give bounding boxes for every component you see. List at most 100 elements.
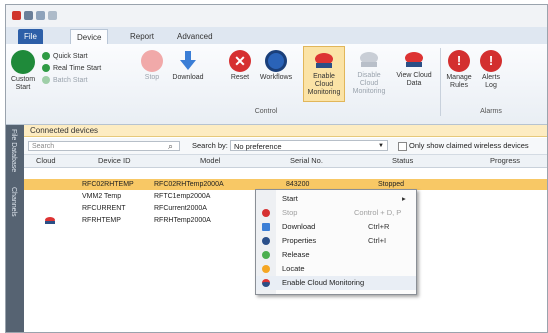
workflows-icon <box>265 50 287 72</box>
stop-button[interactable]: Stop <box>140 50 164 82</box>
title-bar <box>6 5 547 27</box>
menu-item-properties-shortcut: Ctrl+I <box>368 236 387 245</box>
tab-device[interactable]: Device <box>70 29 109 45</box>
customize-quick-access-icon[interactable] <box>48 11 57 20</box>
quick-start-label: Quick Start <box>53 53 88 60</box>
save-icon[interactable] <box>24 11 33 20</box>
cloud-icon <box>44 217 56 224</box>
group-label-control: Control <box>254 108 278 115</box>
view-cloud-label: View Cloud Data <box>396 72 432 87</box>
undo-icon[interactable] <box>36 11 45 20</box>
release-icon <box>262 251 270 259</box>
download-button[interactable]: Download <box>170 50 206 82</box>
filter-bar: Search ⌕ Search by: No preference ▼ Only… <box>24 138 547 155</box>
manage-rules-button[interactable]: ! Manage Rules <box>444 50 474 90</box>
alerts-log-icon: ! <box>480 50 502 72</box>
menu-item-start-label: Start <box>282 194 298 203</box>
menu-item-stop-shortcut: Control + D, P <box>354 208 402 217</box>
stop-icon <box>262 209 270 217</box>
enable-cloud-monitoring-button[interactable]: Enable Cloud Monitoring <box>303 46 345 102</box>
col-status[interactable]: Status <box>392 155 413 167</box>
chevron-down-icon: ▼ <box>378 143 384 149</box>
tab-file[interactable]: File <box>18 29 43 44</box>
search-by-label: Search by: <box>192 141 228 150</box>
properties-icon <box>262 237 270 245</box>
side-tab-strip: File Database Channels <box>6 125 24 332</box>
search-by-value: No preference <box>234 142 282 151</box>
ribbon-separator <box>440 48 441 116</box>
menu-item-download[interactable]: Download Ctrl+R <box>256 220 416 234</box>
menu-item-enable-cloud-monitoring[interactable]: Enable Cloud Monitoring <box>256 276 416 290</box>
side-tab-file-database[interactable]: File Database <box>10 129 17 172</box>
cell-model: RFCurrent2000A <box>154 205 207 212</box>
stop-icon <box>141 50 163 72</box>
col-progress[interactable]: Progress <box>490 155 520 167</box>
real-time-start-icon <box>42 64 50 73</box>
tab-advanced[interactable]: Advanced <box>171 29 219 44</box>
menu-item-download-label: Download <box>282 222 316 231</box>
locate-icon <box>262 265 270 273</box>
col-cloud[interactable]: Cloud <box>36 155 56 167</box>
col-device-id[interactable]: Device ID <box>98 155 131 167</box>
cloud-icon <box>262 279 270 287</box>
cell-device-id: RFC02RHTEMP <box>82 181 134 188</box>
col-serial-no[interactable]: Serial No. <box>290 155 323 167</box>
menu-item-locate[interactable]: Locate <box>256 262 416 276</box>
disable-cloud-monitoring-button[interactable]: Disable Cloud Monitoring <box>348 50 390 96</box>
real-time-start-label: Real Time Start <box>53 65 102 72</box>
only-claimed-checkbox[interactable] <box>398 142 407 151</box>
ribbon-tab-row: File Device Report Advanced <box>6 27 547 45</box>
submenu-arrow-icon: ▸ <box>402 194 406 203</box>
cell-device-id: RFRHTEMP <box>82 217 121 224</box>
tab-report[interactable]: Report <box>124 29 160 44</box>
alerts-log-label: Alerts Log <box>482 74 500 89</box>
menu-item-stop[interactable]: Stop Control + D, P <box>256 206 416 220</box>
reset-icon: ✕ <box>229 50 251 72</box>
search-by-select[interactable]: No preference ▼ <box>230 140 388 151</box>
col-model[interactable]: Model <box>200 155 220 167</box>
cell-model: RFC02RHTemp2000A <box>154 181 224 188</box>
menu-item-start[interactable]: Start ▸ <box>256 192 416 206</box>
alert-icon: ! <box>448 50 470 72</box>
menu-item-enable-cloud-label: Enable Cloud Monitoring <box>282 278 365 287</box>
batch-start-button[interactable]: Batch Start <box>42 76 88 86</box>
download-icon <box>178 50 198 72</box>
app-icon <box>12 11 21 20</box>
menu-item-stop-label: Stop <box>282 208 298 217</box>
menu-item-release[interactable]: Release <box>256 248 416 262</box>
ribbon-panel: Custom Start Quick Start Real Time Start… <box>6 44 547 125</box>
stop-label: Stop <box>144 74 160 81</box>
table-header: Cloud Device ID Model Serial No. Status … <box>24 155 547 168</box>
download-icon <box>262 223 270 231</box>
custom-start-icon <box>11 50 35 74</box>
real-time-start-button[interactable]: Real Time Start <box>42 64 101 74</box>
cloud-monitor-icon <box>313 51 335 71</box>
context-menu: Start ▸ Stop Control + D, P Download Ctr… <box>255 189 417 295</box>
reset-button[interactable]: ✕ Reset <box>226 50 254 82</box>
manage-rules-label: Manage Rules <box>446 74 472 89</box>
custom-start-button[interactable]: Custom Start <box>8 50 38 92</box>
menu-item-locate-label: Locate <box>282 264 305 273</box>
search-icon[interactable]: ⌕ <box>168 141 173 152</box>
menu-item-properties[interactable]: Properties Ctrl+I <box>256 234 416 248</box>
quick-start-button[interactable]: Quick Start <box>42 52 88 62</box>
download-label: Download <box>172 74 204 81</box>
reset-label: Reset <box>230 74 250 81</box>
only-claimed-label: Only show claimed wireless devices <box>409 141 529 150</box>
cell-device-id: VMM2 Temp <box>82 193 122 200</box>
search-input[interactable]: Search <box>28 141 180 151</box>
side-tab-channels[interactable]: Channels <box>10 187 17 217</box>
workflows-button[interactable]: Workflows <box>258 50 294 82</box>
group-label-alarms: Alarms <box>480 108 502 115</box>
alerts-log-button[interactable]: ! Alerts Log <box>476 50 506 90</box>
menu-item-download-shortcut: Ctrl+R <box>368 222 390 231</box>
view-cloud-data-button[interactable]: View Cloud Data <box>394 50 434 88</box>
connected-devices-header: Connected devices <box>24 125 547 137</box>
batch-start-icon <box>42 76 50 85</box>
cell-model: RFRHTemp2000A <box>154 217 211 224</box>
workflows-label: Workflows <box>259 74 293 81</box>
batch-start-label: Batch Start <box>53 77 88 84</box>
view-cloud-icon <box>403 50 425 70</box>
cloud-disabled-icon <box>358 50 380 70</box>
cell-model: RFTC1emp2000A <box>154 193 211 200</box>
